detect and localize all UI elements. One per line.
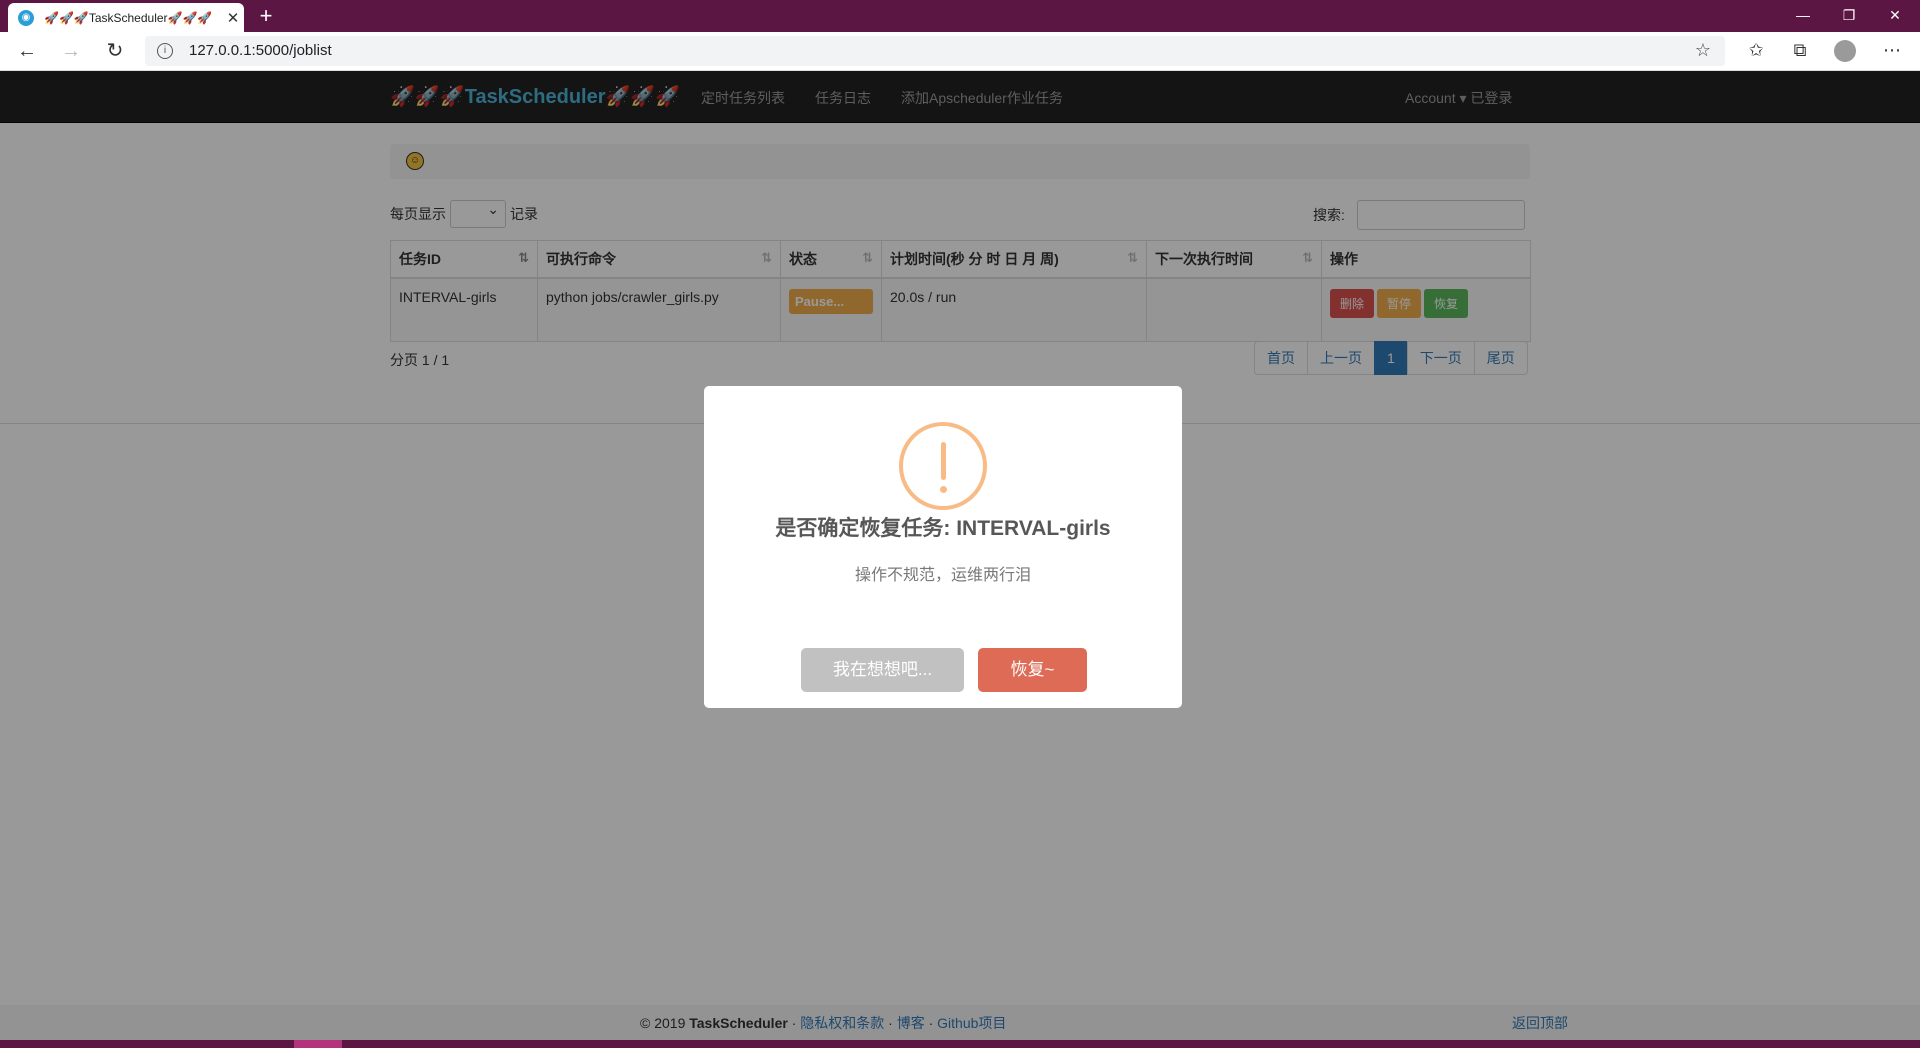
browser-tabstrip: ◉ 🚀🚀🚀TaskScheduler🚀🚀🚀 ✕ + — ❐ ✕ [0, 0, 1920, 32]
collections-icon[interactable]: ⧉ [1788, 40, 1812, 61]
close-window-icon[interactable]: ✕ [1872, 0, 1918, 30]
browser-toolbar: ← → ↻ i 127.0.0.1:5000/joblist ☆ ✩ ⧉ ⋯ [0, 32, 1920, 71]
url-text: 127.0.0.1:5000/joblist [189, 42, 332, 59]
os-taskbar [0, 1040, 1920, 1048]
new-tab-icon[interactable]: + [254, 3, 278, 29]
minimize-icon[interactable]: — [1780, 0, 1826, 30]
cancel-button[interactable]: 我在想想吧... [801, 648, 964, 692]
confirm-resume-button[interactable]: 恢复~ [978, 648, 1087, 692]
reload-icon[interactable]: ↻ [100, 36, 130, 66]
dialog-title: 是否确定恢复任务: INTERVAL-girls [775, 517, 1111, 540]
address-bar[interactable]: i 127.0.0.1:5000/joblist ☆ [145, 36, 1725, 66]
close-tab-icon[interactable]: ✕ [224, 9, 242, 27]
confirm-dialog: 是否确定恢复任务: INTERVAL-girls 操作不规范，运维两行泪 我在想… [704, 386, 1182, 708]
profile-avatar-icon[interactable] [1834, 40, 1856, 62]
taskbar-active-item[interactable] [294, 1040, 342, 1048]
browser-tab[interactable]: ◉ 🚀🚀🚀TaskScheduler🚀🚀🚀 ✕ [8, 3, 244, 32]
more-menu-icon[interactable]: ⋯ [1880, 40, 1904, 61]
restore-icon[interactable]: ❐ [1826, 0, 1872, 30]
back-icon[interactable]: ← [12, 36, 42, 66]
favorite-star-icon[interactable]: ☆ [1695, 40, 1711, 61]
dialog-message: 操作不规范，运维两行泪 [854, 567, 1031, 584]
site-favicon-icon: ◉ [18, 9, 34, 26]
site-info-icon[interactable]: i [157, 43, 173, 59]
warning-icon [899, 422, 987, 510]
tab-title: 🚀🚀🚀TaskScheduler🚀🚀🚀 [44, 10, 213, 25]
favorites-icon[interactable]: ✩ [1744, 40, 1768, 61]
forward-icon[interactable]: → [56, 36, 86, 66]
